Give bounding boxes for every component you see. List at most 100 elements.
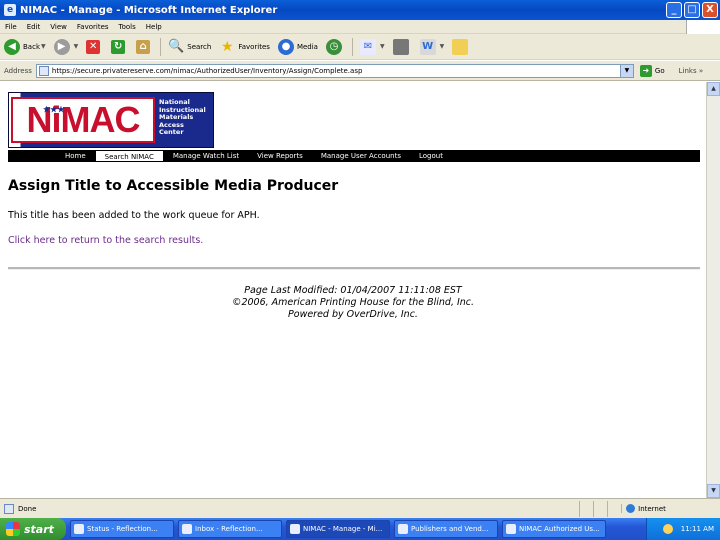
menu-favorites[interactable]: Favorites (77, 23, 109, 31)
home-button[interactable]: ⌂ (136, 39, 153, 54)
forward-button[interactable]: ▶ ▼ (53, 38, 79, 55)
minimize-button[interactable]: _ (666, 2, 682, 18)
page-done-icon (4, 503, 14, 514)
go-label: Go (654, 66, 665, 75)
menu-bar: File Edit View Favorites Tools Help (0, 20, 720, 34)
taskbar-item-active[interactable]: NIMAC - Manage - Mi... (286, 520, 390, 538)
status-cells (579, 500, 621, 517)
nav-home[interactable]: Home (56, 150, 95, 162)
clock: 11:11 AM (680, 525, 714, 533)
address-input[interactable]: https://secure.privatereserve.com/nimac/… (35, 63, 634, 78)
edit-button[interactable]: W ▼ (419, 38, 445, 55)
address-label: Address (4, 66, 32, 75)
links-button[interactable]: Links » (679, 67, 704, 75)
taskbar-item-label: Inbox - Reflection... (195, 525, 263, 533)
menu-edit[interactable]: Edit (27, 23, 41, 31)
divider (8, 267, 700, 270)
page-title: Assign Title to Accessible Media Produce… (8, 178, 339, 194)
taskbar-item-label: Status - Reflection... (87, 525, 158, 533)
taskbar: start Status - Reflection... Inbox - Ref… (0, 518, 720, 540)
menu-file[interactable]: File (5, 23, 17, 31)
main-nav: Home Search NIMAC Manage Watch List View… (8, 150, 700, 162)
word-icon: W (419, 38, 436, 55)
mail-dropdown-icon[interactable]: ▼ (380, 43, 385, 50)
maximize-button[interactable]: □ (684, 2, 700, 18)
stop-icon: ✕ (86, 39, 101, 54)
history-icon: ◷ (325, 38, 342, 55)
back-arrow-icon: ◀ (4, 38, 20, 55)
print-button[interactable] (392, 38, 412, 55)
toolbar-separator (351, 37, 353, 56)
star-icon: ★ (221, 38, 234, 55)
nav-view-reports[interactable]: View Reports (248, 150, 312, 162)
taskbar-item-label: Publishers and Vend... (411, 525, 489, 533)
favorites-label: Favorites (238, 42, 270, 51)
mail-icon: ✉ (359, 38, 376, 55)
forward-dropdown-icon[interactable]: ▼ (74, 43, 79, 50)
nav-search-nimac[interactable]: Search NIMAC (94, 150, 164, 162)
folder-button[interactable] (452, 38, 471, 55)
status-text: Done (18, 504, 37, 513)
mail-button[interactable]: ✉ ▼ (359, 38, 385, 55)
stop-button[interactable]: ✕ (86, 39, 103, 54)
tray-icon[interactable] (662, 524, 673, 534)
scroll-up-icon[interactable]: ▲ (707, 82, 720, 96)
print-icon (392, 38, 409, 55)
nav-manage-user-accounts[interactable]: Manage User Accounts (312, 150, 410, 162)
window-title: NIMAC - Manage - Microsoft Internet Expl… (20, 4, 278, 16)
taskbar-item[interactable]: Status - Reflection... (70, 520, 174, 538)
history-button[interactable]: ◷ (325, 38, 345, 55)
taskbar-item[interactable]: Publishers and Vend... (394, 520, 498, 538)
windows-logo (686, 20, 720, 34)
refresh-icon: ↻ (111, 39, 126, 54)
scroll-down-icon[interactable]: ▼ (707, 484, 720, 498)
home-icon: ⌂ (136, 39, 151, 54)
links-chevron-icon: » (698, 66, 704, 75)
stars-icon: ★★★ (43, 105, 65, 114)
nimac-logo: ★★★ NiMAC National Instructional Materia… (8, 92, 214, 148)
taskbar-item[interactable]: Inbox - Reflection... (178, 520, 282, 538)
menu-tools[interactable]: Tools (119, 23, 136, 31)
favorites-button[interactable]: ★ Favorites (219, 39, 270, 55)
page-content: ★★★ NiMAC National Instructional Materia… (0, 82, 706, 498)
page-footer: Page Last Modified: 01/04/2007 11:11:08 … (0, 285, 706, 321)
logo-tagline-line: Center (159, 128, 184, 136)
logo-mark-area: ★★★ NiMAC (9, 93, 155, 147)
globe-icon (626, 504, 636, 513)
folder-icon (452, 38, 469, 55)
nav-logout[interactable]: Logout (410, 150, 452, 162)
ie-icon: e (4, 4, 16, 16)
security-zone: Internet (621, 504, 720, 513)
address-bar: Address https://secure.privatereserve.co… (0, 61, 720, 81)
system-tray: 11:11 AM (646, 518, 720, 540)
search-icon: 🔍 (168, 38, 185, 54)
vertical-scrollbar[interactable]: ▲ ▼ (706, 82, 720, 498)
status-bar: Done Internet (0, 498, 720, 518)
go-button[interactable]: ➜ Go (639, 64, 665, 77)
start-button[interactable]: start (0, 518, 66, 540)
go-arrow-icon: ➜ (639, 64, 652, 77)
title-bar: e NIMAC - Manage - Microsoft Internet Ex… (0, 0, 720, 20)
address-dropdown-icon[interactable]: ▼ (619, 64, 633, 77)
taskbar-item[interactable]: NIMAC Authorized Us... (502, 520, 606, 538)
refresh-button[interactable]: ↻ (111, 39, 128, 54)
media-button[interactable]: ● Media (277, 38, 318, 55)
window-controls: _ □ X (666, 2, 718, 18)
page-icon (38, 65, 49, 76)
lock-status-cell (607, 500, 621, 517)
logo-tagline: National Instructional Materials Access … (155, 93, 213, 147)
menu-view[interactable]: View (50, 23, 67, 31)
close-button[interactable]: X (702, 2, 718, 18)
zone-label: Internet (638, 504, 666, 513)
confirmation-message: This title has been added to the work qu… (8, 210, 260, 221)
nav-manage-watch-list[interactable]: Manage Watch List (164, 150, 248, 162)
toolbar-separator (160, 37, 162, 56)
taskbar-item-label: NIMAC Authorized Us... (519, 525, 600, 533)
back-dropdown-icon[interactable]: ▼ (41, 43, 46, 50)
back-label: Back (23, 42, 40, 51)
back-button[interactable]: ◀ Back ▼ (4, 38, 46, 55)
return-to-results-link[interactable]: Click here to return to the search resul… (8, 235, 203, 246)
menu-help[interactable]: Help (146, 23, 162, 31)
search-button[interactable]: 🔍 Search (168, 39, 211, 55)
edit-dropdown-icon[interactable]: ▼ (440, 43, 445, 50)
